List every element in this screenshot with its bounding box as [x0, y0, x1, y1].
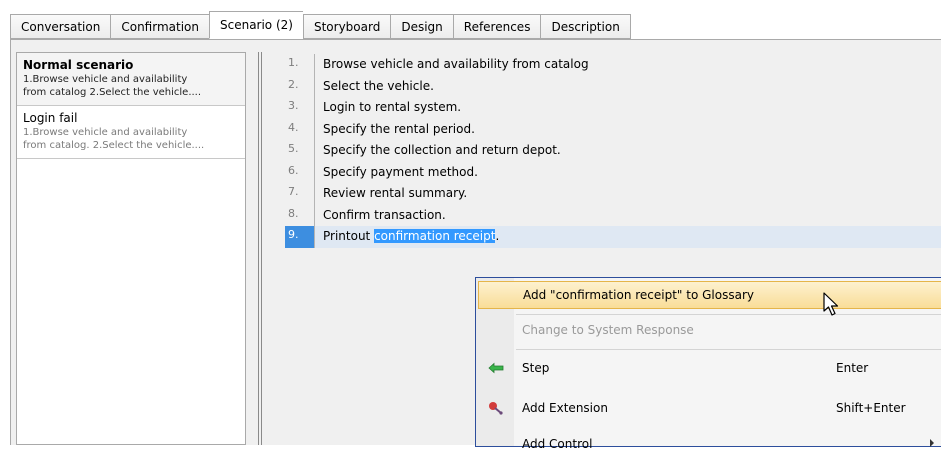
step-text[interactable]: Printout confirmation receipt.: [323, 229, 499, 243]
step-text-after: .: [495, 229, 500, 243]
step-row[interactable]: 5. Specify the collection and return dep…: [285, 140, 941, 162]
step-number: 2.: [288, 77, 299, 91]
scenario-title: Login fail: [23, 111, 78, 125]
step-text[interactable]: Login to rental system.: [323, 100, 461, 114]
menu-item-label: Add Extension: [522, 401, 608, 415]
step-number: 8.: [288, 206, 299, 220]
splitter-handle[interactable]: [258, 52, 262, 445]
tab-scenario[interactable]: Scenario (2): [208, 11, 303, 39]
step-number: 9.: [288, 228, 299, 241]
step-number-cell: 4.: [285, 118, 315, 140]
scenario-description: from catalog. 2.Select the vehicle....: [23, 140, 205, 151]
scenario-description: 1.Browse vehicle and availability: [23, 127, 188, 138]
menu-item-label: Change to System Response: [522, 323, 694, 337]
menu-item-label: Add Control: [522, 437, 593, 451]
tab-references[interactable]: References: [452, 14, 541, 39]
step-row[interactable]: 7. Review rental summary.: [285, 183, 941, 205]
step-number: 7.: [288, 185, 299, 198]
menu-item-step[interactable]: Step Enter: [476, 354, 941, 382]
step-text[interactable]: Specify the collection and return depot.: [323, 143, 561, 157]
step-number-cell: 3.: [285, 97, 315, 119]
menu-item-add-extension[interactable]: Add Extension Shift+Enter: [476, 394, 941, 422]
step-number-cell: 6.: [285, 161, 315, 183]
step-number-cell: 1.: [285, 54, 315, 76]
menu-item-shortcut: Enter: [836, 361, 869, 375]
step-number-cell: 2.: [285, 75, 315, 97]
selected-text[interactable]: confirmation receipt: [374, 229, 496, 243]
menu-item-label: Step: [522, 361, 550, 375]
tab-list: Conversation Confirmation Scenario (2) S…: [10, 11, 631, 40]
scenario-item-normal[interactable]: Normal scenario 1.Browse vehicle and ava…: [17, 53, 245, 106]
tab-bar: Conversation Confirmation Scenario (2) S…: [0, 0, 941, 40]
mouse-pointer-icon: [823, 292, 839, 316]
step-text[interactable]: Review rental summary.: [323, 186, 467, 200]
step-text[interactable]: Select the vehicle.: [323, 79, 434, 93]
submenu-arrow-icon: [930, 439, 934, 447]
red-extension-icon: [489, 402, 503, 415]
tab-storyboard[interactable]: Storyboard: [302, 14, 391, 39]
step-number-cell: 7.: [285, 183, 315, 205]
step-row[interactable]: 3. Login to rental system.: [285, 97, 941, 119]
tab-confirmation[interactable]: Confirmation: [110, 14, 209, 39]
tab-description[interactable]: Description: [540, 14, 631, 39]
step-number: 5.: [288, 142, 299, 155]
menu-item-change-to-system-response: Change to System Response: [476, 316, 941, 344]
step-text[interactable]: Browse vehicle and availability from cat…: [323, 57, 589, 71]
menu-separator: [516, 314, 941, 315]
tab-design[interactable]: Design: [390, 14, 453, 39]
scenario-item-login-fail[interactable]: Login fail 1.Browse vehicle and availabi…: [17, 106, 245, 159]
step-number-cell: 8.: [285, 204, 315, 226]
step-row[interactable]: 8. Confirm transaction.: [285, 204, 941, 226]
step-number: 1.: [288, 56, 299, 69]
menu-item-add-control[interactable]: Add Control: [476, 430, 941, 458]
menu-item-label: Add "confirmation receipt" to Glossary: [523, 288, 754, 302]
menu-separator: [516, 349, 941, 350]
context-menu: Add "confirmation receipt" to Glossary C…: [475, 277, 941, 451]
step-text[interactable]: Confirm transaction.: [323, 208, 446, 222]
step-number-cell: 5.: [285, 140, 315, 162]
step-row[interactable]: 1. Browse vehicle and availability from …: [285, 54, 941, 76]
menu-item-shortcut: Shift+Enter: [836, 401, 906, 415]
scenario-title: Normal scenario: [23, 58, 134, 72]
scenario-description: from catalog 2.Select the vehicle....: [23, 87, 202, 98]
step-row[interactable]: 6. Specify payment method.: [285, 161, 941, 183]
step-row[interactable]: 4. Specify the rental period.: [285, 118, 941, 140]
tab-conversation[interactable]: Conversation: [10, 14, 111, 39]
step-row-current[interactable]: 9. Printout confirmation receipt.: [285, 226, 941, 248]
step-row[interactable]: 2. Select the vehicle.: [285, 75, 941, 97]
green-left-arrow-icon: [488, 362, 504, 374]
step-number: 3.: [288, 99, 299, 112]
step-number: 4.: [288, 120, 299, 134]
scenario-description: 1.Browse vehicle and availability: [23, 74, 188, 85]
step-list: 1. Browse vehicle and availability from …: [285, 54, 941, 248]
step-text[interactable]: Specify the rental period.: [323, 122, 475, 136]
step-text[interactable]: Specify payment method.: [323, 165, 478, 179]
step-number-cell: 9.: [285, 226, 315, 248]
scenario-list: Normal scenario 1.Browse vehicle and ava…: [16, 52, 246, 445]
step-number: 6.: [288, 163, 299, 177]
menu-item-add-to-glossary[interactable]: Add "confirmation receipt" to Glossary: [478, 281, 941, 309]
step-text-before: Printout: [323, 229, 375, 243]
